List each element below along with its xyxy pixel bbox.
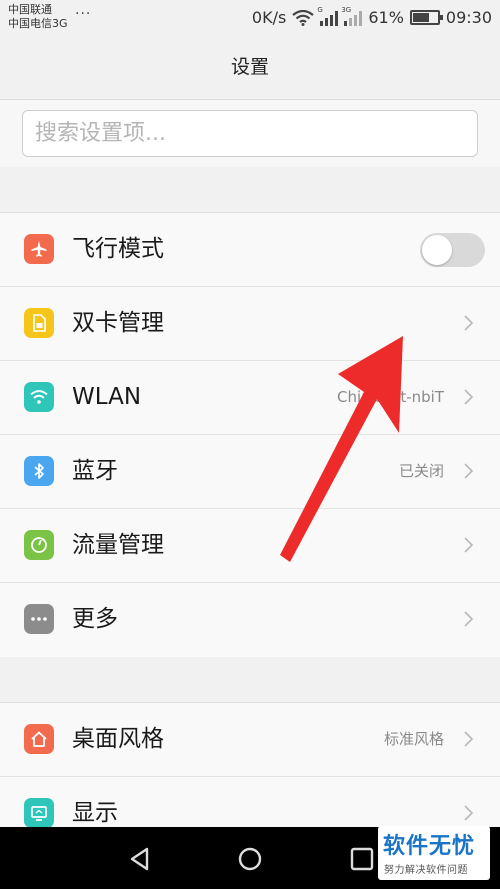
chevron-right-icon (464, 611, 474, 627)
carrier-1: 中国联通 (8, 3, 52, 16)
chevron-right-icon (464, 315, 474, 331)
settings-row-label: 蓝牙 (72, 458, 118, 484)
settings-row-label: 更多 (72, 606, 118, 632)
settings-row[interactable]: WLAN ChinaNet-nbiT (0, 361, 500, 435)
settings-row[interactable]: 桌面风格 标准风格 (0, 703, 500, 777)
settings-row[interactable]: 飞行模式 (0, 213, 500, 287)
back-icon[interactable] (126, 845, 154, 873)
settings-row[interactable]: 更多 (0, 583, 500, 657)
chevron-right-icon (464, 389, 474, 405)
page-title: 设置 (230, 56, 269, 78)
chevron-right-icon (464, 805, 474, 821)
sim-card-icon (24, 308, 54, 338)
status-bar: 中国联通 中国电信3G ··· 0K/s G 3G 61% 09:30 (0, 0, 500, 36)
carrier-info: 中国联通 中国电信3G (8, 3, 68, 31)
battery-icon (409, 10, 443, 25)
chevron-right-icon (464, 537, 474, 553)
wifi-status-icon (292, 9, 315, 26)
wifi-icon (24, 382, 54, 412)
watermark-logo: 软件无忧 努力解决软件问题 (378, 826, 490, 880)
recent-apps-icon[interactable] (348, 845, 376, 873)
settings-row-label: 桌面风格 (72, 726, 164, 752)
status-indicators: 0K/s G 3G 61% 09:30 (251, 6, 492, 28)
bluetooth-icon (24, 456, 54, 486)
battery-percent: 61% (368, 8, 404, 27)
settings-row[interactable]: 蓝牙 已关闭 (0, 435, 500, 509)
settings-row[interactable]: 流量管理 (0, 509, 500, 583)
home-button-icon[interactable] (236, 845, 264, 873)
chevron-right-icon (464, 463, 474, 479)
watermark-title: 软件无忧 (383, 834, 476, 859)
notification-more-icon: ··· (75, 6, 92, 22)
settings-row-label: 双卡管理 (72, 310, 164, 336)
watermark-subtitle: 努力解决软件问题 (384, 865, 468, 876)
carrier-2: 中国电信3G (8, 17, 68, 30)
chevron-right-icon (464, 731, 474, 747)
settings-row-label: 飞行模式 (72, 236, 164, 262)
settings-row-label: WLAN (72, 384, 142, 410)
toggle-knob (422, 235, 452, 265)
signal-1-tag: G (317, 5, 323, 14)
more-icon (24, 604, 54, 634)
clock: 09:30 (445, 8, 492, 27)
battery-fill (412, 13, 429, 22)
settings-row-label: 流量管理 (72, 532, 164, 558)
airplane-icon (24, 234, 54, 264)
data-usage-icon (24, 530, 54, 560)
settings-row-value: 已关闭 (398, 462, 444, 480)
search-area: 搜索设置项... (0, 100, 500, 167)
net-speed: 0K/s (251, 8, 287, 27)
airplane-mode-toggle[interactable] (420, 233, 485, 267)
settings-row-label: 显示 (72, 800, 118, 826)
signal-2-icon: 3G (341, 6, 363, 26)
display-icon (24, 798, 54, 828)
signal-1-icon: G (317, 6, 339, 26)
home-icon (24, 724, 54, 754)
search-input[interactable]: 搜索设置项... (22, 110, 478, 157)
settings-screen: 中国联通 中国电信3G ··· 0K/s G 3G 61% 09:30 设置 搜… (0, 0, 500, 889)
signal-2-tag: 3G (341, 5, 352, 14)
settings-row-value: ChinaNet-nbiT (337, 388, 444, 406)
settings-group-network: 飞行模式双卡管理 WLAN ChinaNet-nbiT 蓝牙 已关闭流量管理更多 (0, 212, 500, 657)
settings-row-value: 标准风格 (383, 730, 444, 748)
settings-row[interactable]: 双卡管理 (0, 287, 500, 361)
